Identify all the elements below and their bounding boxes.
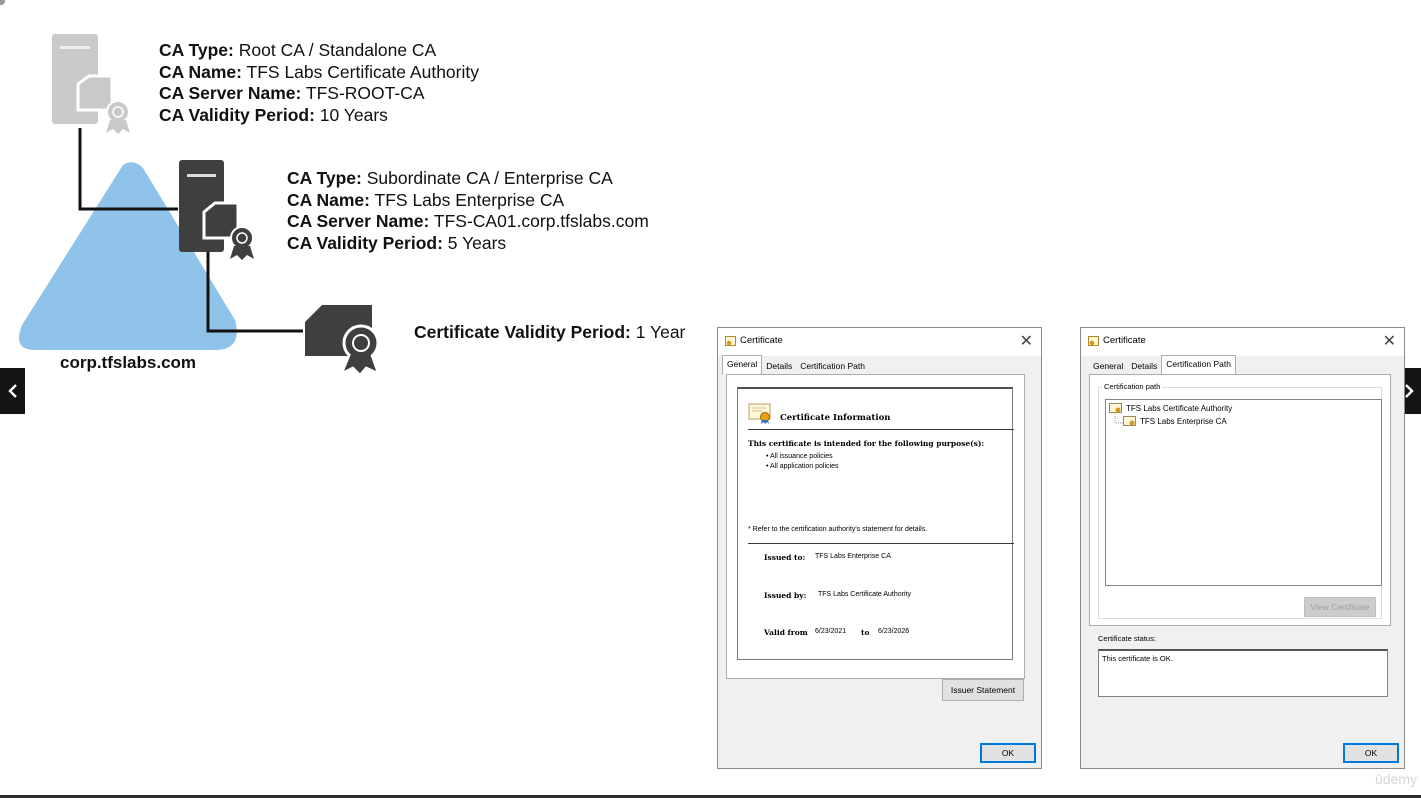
- divider: [748, 543, 1014, 544]
- tree-item-enterprise-ca[interactable]: TFS Labs Enterprise CA: [1123, 416, 1227, 427]
- root-ca-server-name: CA Server Name: TFS-ROOT-CA: [159, 83, 425, 103]
- issued-by-label: Issued by:: [764, 591, 807, 600]
- purpose-bullet: • All application policies: [766, 463, 839, 470]
- certification-path-tree[interactable]: TFS Labs Certificate Authority TFS Labs …: [1105, 399, 1382, 586]
- issued-to-label: Issued to:: [764, 553, 806, 562]
- purpose-statement: This certificate is intended for the fol…: [748, 439, 985, 448]
- tab-details[interactable]: Details: [1127, 357, 1161, 375]
- purpose-bullet: • All issuance policies: [766, 453, 833, 460]
- dialog-titlebar: Certificate ✕: [718, 328, 1041, 356]
- dialog-title: Certificate: [740, 335, 783, 346]
- root-ca-name: CA Name: TFS Labs Certificate Authority: [159, 61, 479, 82]
- tab-strip: General Details Certification Path: [1089, 355, 1236, 375]
- sub-ca-info: CA Type: Subordinate CA / Enterprise CA …: [287, 168, 649, 254]
- tab-general[interactable]: General: [1089, 357, 1127, 375]
- valid-to-value: 6/23/2026: [878, 628, 910, 635]
- chevron-right-icon: [1405, 384, 1414, 398]
- tab-certification-path[interactable]: Certification Path: [796, 357, 869, 375]
- issued-by-value: TFS Labs Certificate Authority: [818, 591, 911, 598]
- root-ca-server-icon: [52, 34, 130, 134]
- certificate-icon: [1109, 403, 1122, 413]
- certificate-info-icon: [748, 403, 771, 424]
- leaf-certificate-icon: [305, 305, 380, 375]
- root-ca-info: CA Type: Root CA / Standalone CA CA Name…: [159, 40, 479, 126]
- valid-from-value: 6/23/2021: [815, 628, 847, 635]
- udemy-watermark: ūdemy: [1374, 771, 1417, 787]
- root-ca-type: CA Type: Root CA / Standalone CA: [159, 40, 437, 60]
- ok-button[interactable]: OK: [1343, 743, 1399, 763]
- previous-slide-button[interactable]: [0, 368, 25, 414]
- tree-item-root-ca[interactable]: TFS Labs Certificate Authority: [1109, 403, 1232, 414]
- certificate-info-heading: Certificate Information: [780, 413, 891, 423]
- sub-ca-type: CA Type: Subordinate CA / Enterprise CA: [287, 168, 613, 188]
- sub-ca-name: CA Name: TFS Labs Enterprise CA: [287, 189, 565, 210]
- certification-path-tab-panel: Certification path TFS Labs Certificate …: [1089, 374, 1391, 626]
- sub-ca-server-icon: [179, 160, 254, 260]
- issued-to-value: TFS Labs Enterprise CA: [815, 553, 891, 560]
- chevron-left-icon: [7, 384, 17, 398]
- ok-button[interactable]: OK: [980, 743, 1036, 763]
- certificate-status-box: This certificate is OK.: [1098, 649, 1388, 697]
- certificate-dialog-path: Certificate ✕ General Details Certificat…: [1080, 327, 1405, 769]
- close-icon[interactable]: ✕: [1383, 331, 1396, 351]
- tab-strip: General Details Certification Path: [722, 355, 869, 375]
- certificate-status-label: Certificate status:: [1098, 634, 1156, 643]
- valid-from-label: Valid from: [764, 628, 808, 637]
- valid-to-label: to: [861, 628, 870, 637]
- certificate-icon: [1123, 416, 1136, 426]
- domain-name-label: corp.tfslabs.com: [60, 353, 197, 372]
- leaf-cert-validity: Certificate Validity Period: 1 Year: [414, 322, 686, 342]
- certificate-icon: [725, 336, 736, 346]
- dialog-title: Certificate: [1103, 335, 1146, 346]
- tree-item-label: TFS Labs Certificate Authority: [1126, 404, 1233, 413]
- certification-path-label: Certification path: [1102, 382, 1163, 391]
- tab-general[interactable]: General: [722, 355, 763, 375]
- tab-details[interactable]: Details: [762, 357, 796, 375]
- authority-statement-note: * Refer to the certification authority's…: [748, 526, 928, 533]
- view-certificate-button[interactable]: View Certificate: [1304, 597, 1376, 617]
- certificate-icon: [1088, 336, 1099, 346]
- dialog-titlebar: Certificate ✕: [1081, 328, 1404, 356]
- close-icon[interactable]: ✕: [1020, 331, 1033, 351]
- sub-ca-server-name: CA Server Name: TFS-CA01.corp.tfslabs.co…: [287, 211, 649, 231]
- certificate-information-box: Certificate Information This certificate…: [737, 387, 1014, 660]
- sub-ca-validity: CA Validity Period: 5 Years: [287, 232, 507, 253]
- tab-certification-path[interactable]: Certification Path: [1161, 355, 1236, 375]
- tree-item-label: TFS Labs Enterprise CA: [1140, 417, 1227, 426]
- general-tab-panel: Certificate Information This certificate…: [726, 374, 1025, 679]
- issuer-statement-button[interactable]: Issuer Statement: [942, 679, 1024, 701]
- certificate-dialog-general: Certificate ✕ General Details Certificat…: [717, 327, 1042, 769]
- divider: [748, 429, 1014, 430]
- root-ca-validity: CA Validity Period: 10 Years: [159, 104, 388, 125]
